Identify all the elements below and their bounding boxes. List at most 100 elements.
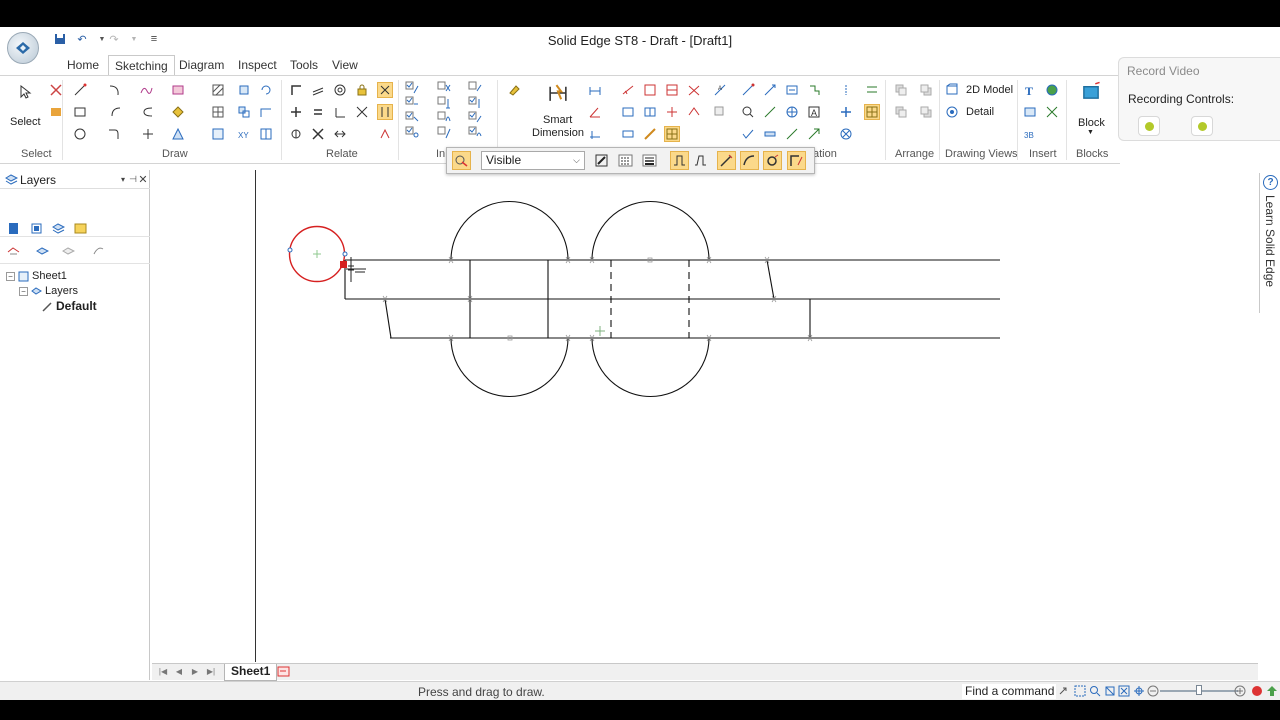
line-type-dash-icon[interactable] bbox=[616, 151, 635, 170]
rigid-set-icon[interactable] bbox=[332, 126, 348, 142]
surface-texture-icon[interactable] bbox=[642, 104, 658, 120]
upload-icon[interactable] bbox=[1265, 684, 1279, 698]
application-button[interactable] bbox=[7, 32, 39, 64]
perpendicular-icon[interactable] bbox=[288, 104, 304, 120]
horizontal-vertical-icon[interactable] bbox=[354, 104, 370, 120]
collinear-icon[interactable] bbox=[288, 126, 304, 142]
include-icon[interactable] bbox=[210, 126, 226, 142]
edge-condition-icon[interactable] bbox=[686, 104, 702, 120]
tab-inspect[interactable]: Inspect bbox=[232, 55, 283, 76]
block-dropdown-icon[interactable]: ▼ bbox=[1087, 129, 1094, 136]
tree-layers[interactable]: − Layers bbox=[19, 285, 78, 297]
next-sheet-icon[interactable]: ▶ bbox=[188, 665, 202, 679]
angle-between-icon[interactable] bbox=[587, 104, 603, 120]
step-mode-icon[interactable] bbox=[670, 151, 689, 170]
new-layer-icon[interactable] bbox=[5, 220, 21, 236]
layer-down-icon[interactable] bbox=[60, 242, 76, 258]
intellisketch-intersection-icon[interactable] bbox=[436, 80, 452, 96]
retrieve-dimensions-icon[interactable] bbox=[664, 126, 680, 142]
zoom-area-icon[interactable] bbox=[740, 104, 756, 120]
line-icon[interactable] bbox=[72, 82, 88, 98]
line-color-icon[interactable] bbox=[592, 151, 611, 170]
stop-recording-button[interactable] bbox=[1191, 116, 1213, 136]
select-tool-label[interactable]: Select bbox=[10, 116, 41, 128]
fill-icon[interactable] bbox=[170, 82, 186, 98]
zoom-slider[interactable] bbox=[1160, 685, 1238, 695]
pause-recording-button[interactable] bbox=[1138, 116, 1160, 136]
cross-hatch-icon[interactable] bbox=[838, 126, 854, 142]
smart-dimension-label-1[interactable]: Smart bbox=[543, 114, 572, 126]
balloon-icon[interactable] bbox=[620, 104, 636, 120]
search-command-icon[interactable] bbox=[1057, 684, 1071, 698]
circle-icon[interactable] bbox=[72, 126, 88, 142]
first-sheet-icon[interactable]: |◀ bbox=[156, 665, 170, 679]
zoom-in-icon[interactable] bbox=[1233, 684, 1247, 698]
lock-icon[interactable] bbox=[354, 82, 370, 98]
zoom-out-icon[interactable] bbox=[1146, 684, 1160, 698]
angular-coordinate-icon[interactable] bbox=[620, 82, 636, 98]
datum-frame-icon[interactable] bbox=[642, 126, 658, 142]
zoom-slider-thumb[interactable] bbox=[1196, 685, 1202, 695]
mirror-icon[interactable] bbox=[170, 126, 186, 142]
move-icon[interactable] bbox=[236, 82, 252, 98]
intellisketch-endpoint-icon[interactable] bbox=[404, 80, 420, 96]
curve-icon[interactable] bbox=[138, 82, 154, 98]
move-to-layer-icon[interactable] bbox=[5, 242, 21, 258]
drawing-canvas[interactable] bbox=[152, 170, 1258, 662]
callout-icon[interactable] bbox=[686, 82, 702, 98]
close-icon[interactable]: ✕ bbox=[135, 171, 151, 187]
layer-properties-icon[interactable] bbox=[72, 220, 88, 236]
relationship-assistant-icon[interactable] bbox=[377, 126, 393, 142]
collapse-icon[interactable]: − bbox=[6, 271, 15, 281]
centerline-icon[interactable] bbox=[838, 82, 854, 98]
tree-default-layer[interactable]: Default bbox=[42, 299, 97, 313]
block-icon[interactable] bbox=[1080, 80, 1102, 102]
table-icon[interactable] bbox=[864, 82, 880, 98]
xy-icon[interactable]: XY bbox=[236, 126, 252, 142]
trim-icon[interactable] bbox=[140, 126, 156, 142]
text-box-icon[interactable] bbox=[784, 82, 800, 98]
leader-icon[interactable]: A bbox=[712, 82, 728, 98]
delete-layer-icon[interactable] bbox=[90, 242, 106, 258]
tab-diagram[interactable]: Diagram bbox=[173, 55, 230, 76]
connect-icon[interactable] bbox=[288, 82, 304, 98]
step-mode-alt-icon[interactable] bbox=[691, 151, 710, 170]
hatch-icon[interactable] bbox=[210, 82, 226, 98]
equal-icon[interactable] bbox=[310, 104, 326, 120]
attribute-text-icon[interactable] bbox=[762, 104, 778, 120]
copy-attributes-icon[interactable] bbox=[712, 104, 728, 120]
symmetric-icon[interactable] bbox=[310, 126, 326, 142]
tab-view[interactable]: View bbox=[326, 55, 364, 76]
zoom-icon[interactable] bbox=[1088, 684, 1102, 698]
view-options-icon[interactable] bbox=[1132, 684, 1146, 698]
2d-model-icon[interactable] bbox=[944, 82, 960, 98]
drawing-geometry[interactable] bbox=[152, 170, 1258, 662]
zoom-area-status-icon[interactable] bbox=[1073, 684, 1087, 698]
chamfer-dimension-icon[interactable] bbox=[664, 82, 680, 98]
bring-to-front-icon[interactable] bbox=[893, 82, 909, 98]
pan-icon[interactable] bbox=[1117, 684, 1131, 698]
send-backward-icon[interactable] bbox=[918, 104, 934, 120]
feature-paint-icon[interactable] bbox=[506, 82, 522, 98]
connector-icon[interactable] bbox=[740, 82, 756, 98]
tangent-icon[interactable] bbox=[332, 104, 348, 120]
pattern-icon[interactable] bbox=[210, 104, 226, 120]
tab-home[interactable]: Home bbox=[61, 55, 105, 76]
new-sheet-icon[interactable] bbox=[276, 666, 292, 678]
layer-up-icon[interactable] bbox=[34, 242, 50, 258]
bend-line-icon[interactable] bbox=[784, 126, 800, 142]
symmetric-diameter-icon[interactable] bbox=[642, 82, 658, 98]
record-indicator-icon[interactable] bbox=[1250, 684, 1264, 698]
tangent-arc-icon[interactable] bbox=[108, 104, 124, 120]
text-profile-icon[interactable]: T bbox=[1022, 82, 1038, 98]
barcode-icon[interactable]: 3B bbox=[1022, 126, 1038, 142]
intellisketch-perpendicular-icon[interactable] bbox=[436, 95, 452, 111]
intellisketch-point-icon[interactable] bbox=[404, 125, 420, 141]
coordinate-dimension-icon[interactable] bbox=[587, 126, 603, 142]
hide-layer-icon[interactable] bbox=[50, 220, 66, 236]
distance-between-icon[interactable] bbox=[587, 82, 603, 98]
smart-dimension-icon[interactable] bbox=[545, 80, 571, 106]
tab-tools[interactable]: Tools bbox=[284, 55, 324, 76]
intellisketch-vertical-icon[interactable] bbox=[467, 95, 483, 111]
find-command-input[interactable]: Find a command bbox=[962, 684, 1056, 699]
